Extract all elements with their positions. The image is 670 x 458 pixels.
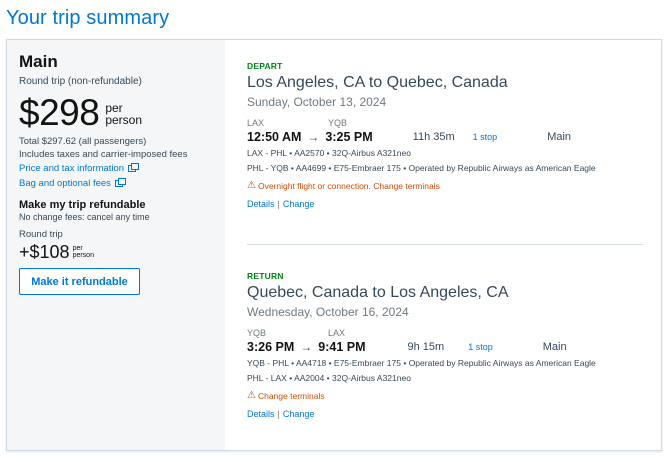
- page-title: Your trip summary: [6, 7, 170, 29]
- taxes-note: Includes taxes and carrier-imposed fees: [19, 149, 188, 160]
- refundable-price-row: +$108 per person: [19, 242, 213, 262]
- fare-name: Main: [19, 52, 58, 71]
- depart-cabin: Main: [547, 131, 572, 143]
- depart-label: DEPART: [247, 61, 283, 71]
- return-actions: Details | Change: [247, 409, 643, 419]
- return-dest-code: LAX: [328, 328, 346, 338]
- return-departure-time: 3:26 PM: [247, 340, 295, 354]
- depart-warning: ⚠ Overnight flight or connection. Change…: [247, 180, 643, 192]
- refundable-per-label: per: [72, 245, 83, 252]
- return-change-link[interactable]: Change: [283, 409, 315, 419]
- depart-segment: LAX - PHL • AA2570 • 32Q-Airbus A321neo: [247, 148, 411, 158]
- return-label: RETURN: [247, 271, 284, 281]
- return-duration: 9h 15m: [407, 341, 445, 353]
- depart-change-link[interactable]: Change: [283, 199, 315, 209]
- return-stops-link[interactable]: 1 stop: [468, 342, 493, 352]
- depart-departure-time: 12:50 AM: [247, 130, 302, 144]
- external-link-icon: [128, 163, 140, 172]
- warning-icon: ⚠: [247, 180, 256, 191]
- refundable-subtext: No change fees: cancel any time: [19, 212, 150, 222]
- depart-airport-codes: LAX YQB: [247, 118, 643, 128]
- depart-date: Sunday, October 13, 2024: [247, 95, 387, 109]
- depart-route: Los Angeles, CA to Quebec, Canada: [247, 74, 508, 91]
- depart-actions: Details | Change: [247, 199, 643, 209]
- return-date: Wednesday, October 16, 2024: [247, 305, 409, 319]
- price-row: $298 per person: [19, 93, 213, 133]
- return-route: Quebec, Canada to Los Angeles, CA: [247, 284, 509, 301]
- depart-warning-text: Overnight flight or connection. Change t…: [257, 181, 440, 191]
- depart-segment: PHL - YQB • AA4699 • E75-Embraer 175 • O…: [247, 163, 596, 173]
- refundable-price: +$108: [19, 242, 70, 262]
- fare-type: Round trip (non-refundable): [19, 76, 142, 87]
- bag-fees-link-label: Bag and optional fees: [19, 178, 111, 189]
- refundable-per-person: per person: [73, 245, 94, 259]
- return-warning-text: Change terminals: [257, 391, 325, 401]
- warning-icon: ⚠: [247, 390, 256, 401]
- bag-fees-link[interactable]: Bag and optional fees: [19, 176, 213, 191]
- price-amount: $298: [19, 92, 100, 133]
- depart-stops-link[interactable]: 1 stop: [473, 132, 498, 142]
- external-link-icon: [114, 178, 126, 187]
- return-cabin: Main: [542, 341, 567, 353]
- depart-origin-code: LAX: [247, 118, 265, 128]
- depart-dest-code: YQB: [328, 118, 348, 128]
- return-warning: ⚠ Change terminals: [247, 390, 643, 402]
- trip-summary-card: Main Round trip (non-refundable) $298 pe…: [6, 39, 662, 451]
- refundable-trip-type: Round trip: [19, 229, 63, 240]
- return-origin-code: YQB: [247, 328, 267, 338]
- price-person-label: person: [105, 113, 143, 127]
- depart-details-link[interactable]: Details: [247, 199, 275, 209]
- price-per-person: per person: [105, 102, 142, 126]
- depart-arrival-time: 3:25 PM: [325, 130, 373, 144]
- depart-section: DEPART Los Angeles, CA to Quebec, Canada…: [247, 40, 643, 244]
- return-segment: YQB - PHL • AA4718 • E75-Embraer 175 • O…: [247, 358, 596, 368]
- return-details-link[interactable]: Details: [247, 409, 275, 419]
- itinerary-panel: DEPART Los Angeles, CA to Quebec, Canada…: [225, 40, 661, 450]
- return-airport-codes: YQB LAX: [247, 328, 643, 338]
- fare-panel: Main Round trip (non-refundable) $298 pe…: [7, 40, 225, 450]
- return-section: RETURN Quebec, Canada to Los Angeles, CA…: [247, 245, 643, 419]
- price-tax-link[interactable]: Price and tax information: [19, 161, 213, 176]
- refundable-person-label: person: [72, 252, 94, 259]
- make-refundable-button[interactable]: Make it refundable: [19, 268, 140, 295]
- arrow-right-icon: →: [300, 340, 313, 354]
- return-times: 3:26 PM → 9:41 PM 9h 15m 1 stop Main: [247, 340, 643, 354]
- total-price: Total $297.62 (all passengers): [19, 136, 147, 147]
- refundable-heading: Make my trip refundable: [19, 199, 146, 211]
- divider-pipe: |: [277, 409, 280, 419]
- depart-duration: 11h 35m: [412, 131, 455, 143]
- return-segment: PHL - LAX • AA2004 • 32Q-Airbus A321neo: [247, 373, 411, 383]
- depart-times: 12:50 AM → 3:25 PM 11h 35m 1 stop Main: [247, 130, 643, 144]
- arrow-right-icon: →: [307, 130, 320, 144]
- divider-pipe: |: [277, 199, 280, 209]
- return-arrival-time: 9:41 PM: [318, 340, 366, 354]
- price-tax-link-label: Price and tax information: [19, 163, 125, 174]
